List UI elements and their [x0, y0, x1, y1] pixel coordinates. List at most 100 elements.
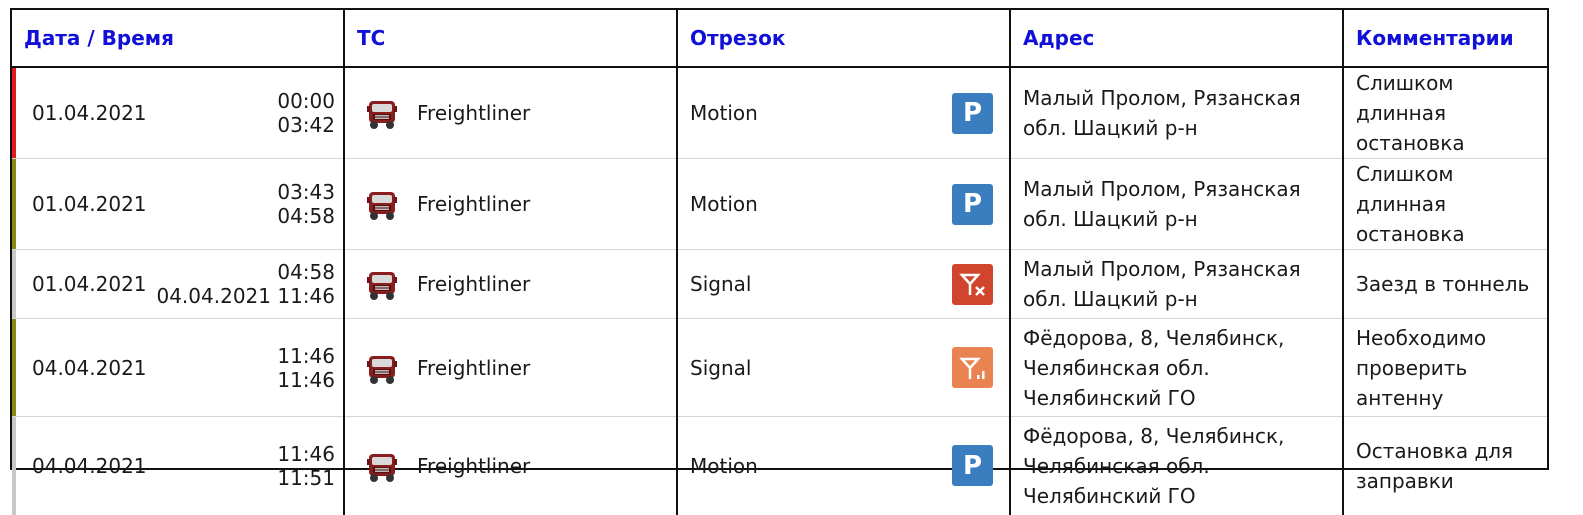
header-address[interactable]: Адрес [1010, 10, 1344, 68]
segment-cell: Signal [677, 249, 1011, 319]
time-start: 11:46 [277, 441, 335, 466]
truck-icon [363, 93, 403, 133]
vehicle-cell[interactable]: Freightliner [344, 416, 678, 515]
time-start: 04:58 [277, 260, 335, 284]
segment-cell: Motion P [677, 158, 1011, 250]
truck-icon [363, 264, 403, 304]
comment-cell[interactable]: Заезд в тоннель [1343, 249, 1547, 319]
parking-icon[interactable]: P [952, 183, 993, 225]
address-line: Малый Пролом, Рязанская [1023, 86, 1301, 110]
comment-line: остановка [1356, 222, 1465, 246]
table-row[interactable]: 01.04.2021 03:43 04:58 Freightliner Motion P М… [12, 158, 1547, 250]
time-end: 04:58 [277, 204, 335, 228]
date-text: 04.04.2021 [32, 355, 147, 380]
time-range: 03:43 04:58 [277, 180, 335, 228]
comment-cell[interactable]: Необходимо проверить антенну [1343, 318, 1547, 417]
time-end: 04.04.2021 11:46 [156, 284, 335, 308]
vehicle-cell[interactable]: Freightliner [344, 318, 678, 417]
signal-weak-icon[interactable] [952, 347, 993, 388]
vehicle-cell[interactable]: Freightliner [344, 67, 678, 159]
address-cell: Малый Пролом, Рязанская обл. Шацкий р-н [1010, 249, 1344, 319]
address-cell: Фёдорова, 8, Челябинск, Челябинская обл. Ч… [1010, 416, 1344, 515]
status-stripe [12, 250, 16, 318]
segment-type: Motion [690, 101, 758, 125]
table-row[interactable]: 01.04.2021 00:00 03:42 Freightliner Motion P М… [12, 67, 1547, 159]
address-line: обл. Шацкий р-н [1023, 207, 1198, 231]
date-text: 01.04.2021 [32, 192, 147, 216]
time-end: 03:42 [277, 113, 335, 137]
vehicle-name[interactable]: Freightliner [417, 454, 530, 478]
vehicle-name[interactable]: Freightliner [417, 272, 530, 296]
table-row[interactable]: 04.04.2021 11:46 11:46 Freightliner Signal Фё… [12, 318, 1547, 417]
address-line: Челябинская обл. [1023, 453, 1210, 478]
comment-line: антенну [1356, 385, 1444, 410]
status-stripe [12, 159, 16, 249]
vehicle-cell[interactable]: Freightliner [344, 158, 678, 250]
signal-lost-icon[interactable] [952, 263, 993, 305]
address-line: Малый Пролом, Рязанская [1023, 257, 1301, 281]
address-line: Челябинская обл. [1023, 355, 1210, 380]
header-vehicle[interactable]: ТС [344, 10, 678, 68]
table-header-row: Дата / Время ТС Отрезок Адрес Комментари… [12, 10, 1547, 68]
time-range: 11:46 11:46 [277, 344, 335, 392]
segment-type: Signal [690, 355, 752, 380]
address-line: Челябинский ГО [1023, 483, 1196, 508]
segment-cell: Motion P [677, 67, 1011, 159]
datetime-cell: 04.04.2021 11:46 11:46 [12, 318, 345, 417]
header-datetime[interactable]: Дата / Время [12, 10, 345, 68]
datetime-cell: 01.04.2021 03:43 04:58 [12, 158, 345, 250]
time-end: 11:51 [277, 465, 335, 490]
time-range: 04:58 04.04.2021 11:46 [156, 260, 335, 308]
datetime-cell: 04.04.2021 11:46 11:51 [12, 416, 345, 515]
status-stripe [12, 417, 16, 515]
comment-line: Слишком длинная [1356, 162, 1454, 216]
comment-cell[interactable]: Слишком длинная остановка [1343, 158, 1547, 250]
comment-cell[interactable]: Слишком длинная остановка [1343, 67, 1547, 159]
table-row[interactable]: 04.04.2021 11:46 11:51 Freightliner Motion P Ф… [12, 416, 1547, 515]
date-text: 04.04.2021 [32, 453, 147, 478]
parking-icon[interactable]: P [952, 92, 993, 134]
vehicle-name[interactable]: Freightliner [417, 101, 530, 125]
truck-icon [363, 184, 403, 224]
address-line: Малый Пролом, Рязанская [1023, 177, 1301, 201]
time-start: 03:43 [277, 180, 335, 204]
header-comments[interactable]: Комментарии [1343, 10, 1547, 68]
address-line: обл. Шацкий р-н [1023, 287, 1198, 311]
time-start: 00:00 [277, 89, 335, 113]
trips-table-container: Дата / Время ТС Отрезок Адрес Комментари… [10, 8, 1549, 515]
datetime-cell: 01.04.2021 00:00 03:42 [12, 67, 345, 159]
trips-table: Дата / Время ТС Отрезок Адрес Комментари… [12, 10, 1547, 515]
address-line: Фёдорова, 8, Челябинск, [1023, 423, 1285, 448]
comment-line: Необходимо проверить [1356, 325, 1487, 380]
segment-type: Motion [690, 192, 758, 216]
truck-icon [363, 348, 403, 388]
vehicle-name[interactable]: Freightliner [417, 356, 530, 380]
segment-cell: Signal [677, 318, 1011, 417]
comment-line: Слишком длинная [1356, 71, 1454, 125]
segment-cell: Motion P [677, 416, 1011, 515]
vehicle-name[interactable]: Freightliner [417, 192, 530, 216]
comment-cell[interactable]: Остановка для заправки [1343, 417, 1547, 515]
time-range: 11:46 11:51 [277, 442, 335, 490]
time-end: 11:46 [277, 367, 335, 392]
comment-line: Заезд в тоннель [1356, 272, 1530, 296]
time-start: 11:46 [277, 343, 335, 368]
address-line: обл. Шацкий р-н [1023, 116, 1198, 140]
time-range: 00:00 03:42 [277, 89, 335, 137]
address-line: Фёдорова, 8, Челябинск, [1023, 325, 1285, 350]
address-cell: Фёдорова, 8, Челябинск, Челябинская обл. Ч… [1010, 318, 1344, 417]
address-cell: Малый Пролом, Рязанская обл. Шацкий р-н [1010, 158, 1344, 250]
datetime-cell: 01.04.2021 04:58 04.04.2021 11:46 [12, 249, 345, 319]
status-stripe [12, 68, 16, 158]
table-row[interactable]: 01.04.2021 04:58 04.04.2021 11:46 Freightli… [12, 249, 1547, 319]
comment-line: Остановка для заправки [1356, 438, 1514, 493]
address-cell: Малый Пролом, Рязанская обл. Шацкий р-н [1010, 67, 1344, 159]
segment-type: Motion [690, 453, 758, 478]
truck-icon [363, 446, 403, 486]
date-text: 01.04.2021 [32, 272, 147, 296]
segment-type: Signal [690, 272, 752, 296]
vehicle-cell[interactable]: Freightliner [344, 249, 678, 319]
header-segment[interactable]: Отрезок [677, 10, 1011, 68]
comment-line: остановка [1356, 131, 1465, 155]
parking-icon[interactable]: P [952, 445, 993, 487]
